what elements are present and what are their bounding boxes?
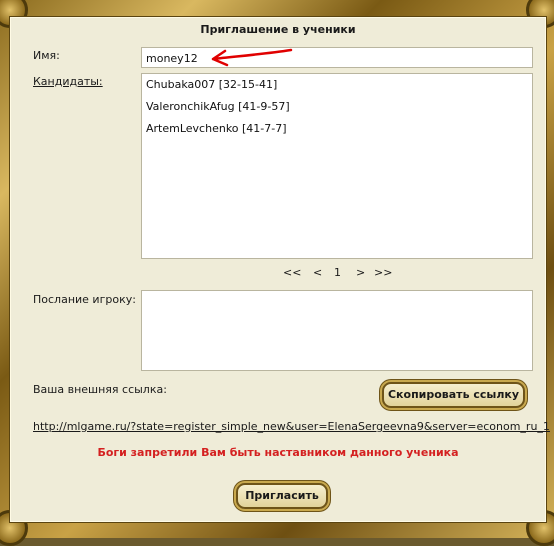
pager-current-page: 1: [334, 266, 341, 279]
message-textarea[interactable]: [141, 290, 533, 371]
pager-next[interactable]: >: [356, 266, 365, 279]
pager-last[interactable]: >>: [374, 266, 392, 279]
list-item[interactable]: ValeronchikAfug [41-9-57]: [146, 100, 290, 113]
copy-link-button[interactable]: Скопировать ссылку: [382, 382, 525, 408]
name-input[interactable]: money12: [141, 47, 533, 68]
candidates-label: Кандидаты:: [33, 75, 103, 88]
invite-dialog: Приглашение в ученики Имя: money12 Канди…: [9, 16, 550, 523]
name-input-value: money12: [146, 52, 198, 65]
annotation-arrow-icon: [211, 48, 293, 67]
message-label: Послание игроку:: [33, 293, 136, 306]
external-link-label: Ваша внешняя ссылка:: [33, 383, 167, 396]
pager-first[interactable]: <<: [283, 266, 301, 279]
list-item[interactable]: Chubaka007 [32-15-41]: [146, 78, 277, 91]
list-item[interactable]: ArtemLevchenko [41-7-7]: [146, 122, 287, 135]
candidates-list[interactable]: Chubaka007 [32-15-41] ValeronchikAfug [4…: [141, 73, 533, 259]
pager-prev[interactable]: <: [313, 266, 322, 279]
invite-button[interactable]: Пригласить: [236, 483, 328, 509]
dialog-frame: Приглашение в ученики Имя: money12 Канди…: [0, 0, 554, 546]
name-label: Имя:: [33, 49, 60, 62]
dialog-title: Приглашение в ученики: [200, 23, 356, 36]
referral-link[interactable]: http://mlgame.ru/?state=register_simple_…: [33, 420, 550, 433]
error-message: Боги запретили Вам быть наставником данн…: [97, 446, 459, 459]
